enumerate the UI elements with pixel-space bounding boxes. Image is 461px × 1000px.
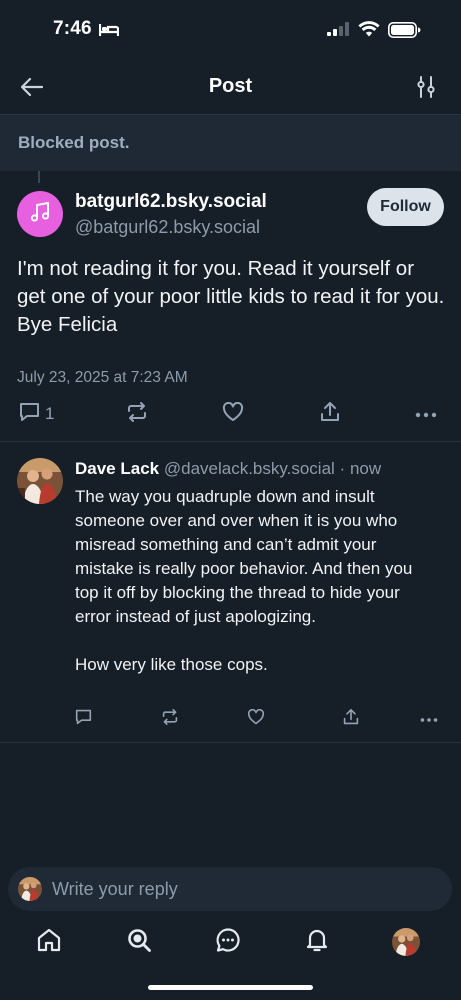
repost-icon — [161, 708, 179, 730]
reply-count: 1 — [45, 404, 55, 423]
cellular-signal-icon — [327, 22, 349, 41]
reply-header: Dave Lack @davelack.bsky.social · now — [75, 459, 381, 479]
nav-home[interactable] — [33, 926, 65, 958]
comment-icon — [75, 709, 92, 730]
blocked-post-text: Blocked post. — [18, 133, 130, 152]
follow-button[interactable]: Follow — [367, 188, 444, 226]
nav-notifications[interactable] — [301, 926, 333, 958]
search-icon — [126, 927, 152, 958]
repost-button[interactable] — [126, 400, 148, 428]
ellipsis-icon — [415, 405, 437, 423]
nav-profile-avatar[interactable] — [392, 928, 420, 956]
post-timestamp: July 23, 2025 at 7:23 AM — [17, 369, 188, 386]
reply-actions — [0, 707, 461, 731]
repost-icon — [126, 401, 148, 427]
reply-more-button[interactable] — [420, 707, 438, 731]
page-title: Post — [208, 75, 253, 97]
more-options-button[interactable] — [415, 400, 437, 428]
divider — [0, 742, 461, 743]
reply-author-avatar[interactable] — [17, 458, 63, 504]
nav-search[interactable] — [123, 926, 155, 958]
meta-separator: · — [334, 459, 350, 478]
reply-input[interactable] — [52, 876, 432, 902]
reply-reply-button[interactable] — [75, 707, 92, 731]
reply-like-button[interactable] — [247, 707, 265, 731]
author-display-name[interactable]: batgurl62.bsky.social — [75, 191, 267, 213]
reply-button[interactable]: 1 — [19, 400, 54, 428]
reply-text: The way you quadruple down and insult so… — [75, 487, 413, 674]
reply-time: now — [349, 459, 382, 478]
home-indicator — [148, 985, 313, 990]
reply-author-handle[interactable]: @davelack.bsky.social — [164, 459, 335, 478]
chat-icon — [215, 927, 241, 958]
nav-chat[interactable] — [212, 926, 244, 958]
share-button[interactable] — [320, 400, 340, 428]
status-time: 7:46 — [53, 18, 92, 39]
ellipsis-icon — [420, 710, 438, 728]
sliders-icon[interactable] — [413, 74, 439, 100]
share-icon — [320, 401, 340, 427]
post-text: I'm not reading it for you. Read it your… — [17, 257, 445, 336]
thread-connector — [38, 171, 40, 183]
comment-icon — [19, 402, 40, 427]
share-icon — [343, 708, 359, 730]
post-actions: 1 — [0, 400, 461, 428]
wifi-icon — [358, 21, 380, 42]
reply-repost-button[interactable] — [161, 707, 179, 731]
composer-avatar — [18, 877, 42, 901]
bell-icon — [304, 927, 330, 958]
author-handle[interactable]: @batgurl62.bsky.social — [75, 217, 260, 238]
divider — [0, 441, 461, 442]
reply-author-name[interactable]: Dave Lack — [75, 459, 159, 478]
heart-icon — [222, 401, 244, 427]
like-button[interactable] — [222, 400, 244, 428]
battery-icon — [388, 22, 421, 43]
reply-share-button[interactable] — [343, 707, 359, 731]
music-note-icon — [29, 201, 51, 228]
home-icon — [36, 927, 62, 958]
author-avatar[interactable] — [17, 191, 63, 237]
bed-icon — [98, 23, 120, 42]
heart-icon — [247, 708, 265, 730]
